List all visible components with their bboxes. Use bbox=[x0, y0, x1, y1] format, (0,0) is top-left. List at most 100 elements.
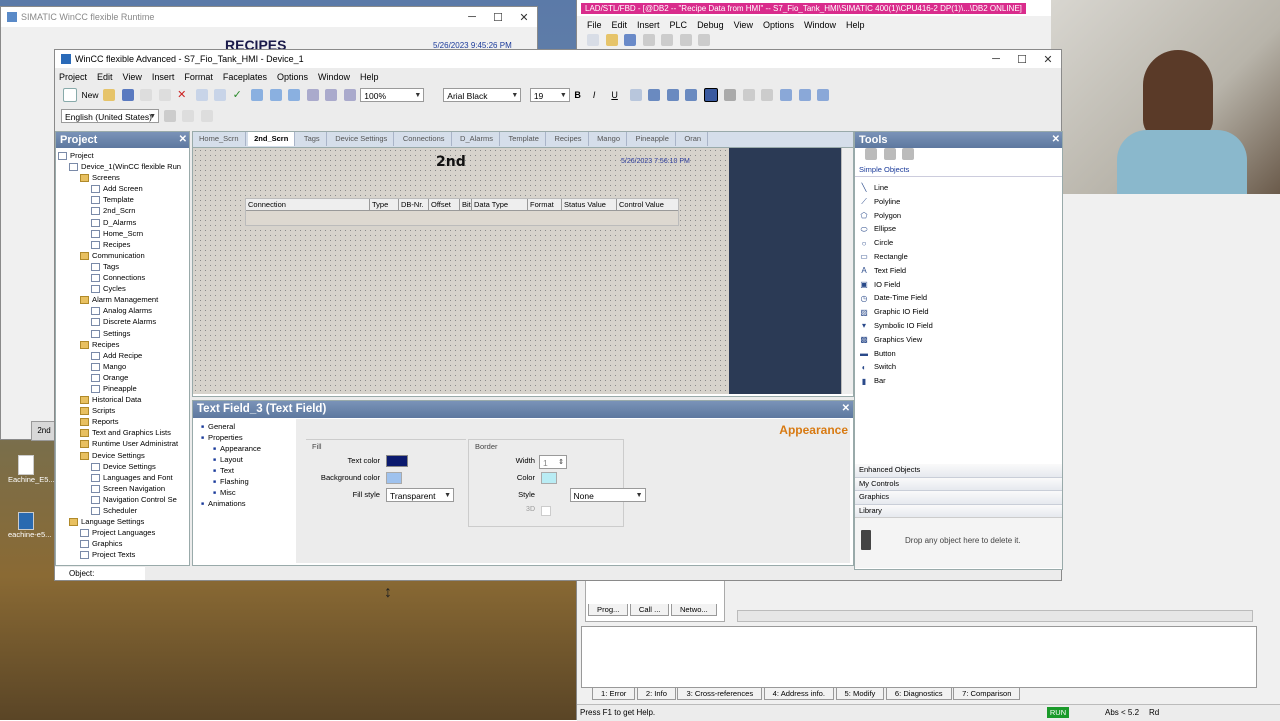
project-tree-item[interactable]: Connections bbox=[56, 272, 189, 283]
tab-tags[interactable]: Tags bbox=[298, 132, 327, 146]
copy-icon[interactable] bbox=[679, 34, 692, 46]
properties-tree-item[interactable]: ■ Properties bbox=[195, 432, 295, 443]
menu-help[interactable]: Help bbox=[360, 72, 379, 82]
lad-menu-window[interactable]: Window bbox=[804, 20, 836, 30]
tool-item[interactable]: ▮ Bar bbox=[859, 374, 1062, 388]
properties-tree-item[interactable]: ■ Animations bbox=[195, 498, 295, 509]
tab-recipes[interactable]: Recipes bbox=[548, 132, 589, 146]
zoom-area-icon[interactable] bbox=[306, 89, 319, 101]
runtime-icon[interactable] bbox=[288, 89, 301, 101]
background-color-picker[interactable] bbox=[386, 472, 402, 484]
lad-menu-debug[interactable]: Debug bbox=[697, 20, 724, 30]
project-tree-item[interactable]: Scripts bbox=[56, 405, 189, 416]
project-tree-item[interactable]: Reports bbox=[56, 416, 189, 427]
menu-window[interactable]: Window bbox=[318, 72, 350, 82]
close-icon[interactable]: ✕ bbox=[842, 401, 850, 417]
lad-menu-insert[interactable]: Insert bbox=[637, 20, 660, 30]
runtime-titlebar[interactable]: SIMATIC WinCC flexible Runtime ─ ☐ ✕ bbox=[1, 7, 537, 27]
tool-item[interactable]: ⬭ Ellipse bbox=[859, 222, 1062, 236]
new-icon[interactable] bbox=[63, 88, 77, 102]
align-center-icon[interactable] bbox=[666, 89, 679, 101]
underline-icon[interactable]: U bbox=[611, 89, 623, 101]
project-tree-item[interactable]: Pineapple bbox=[56, 383, 189, 394]
format-painter-icon[interactable] bbox=[163, 110, 176, 122]
tool-item[interactable]: ▾ Symbolic IO Field bbox=[859, 319, 1062, 333]
copy-icon[interactable] bbox=[214, 89, 227, 101]
project-tree-item[interactable]: Screen Navigation bbox=[56, 483, 189, 494]
project-tree-item[interactable]: Recipes bbox=[56, 239, 189, 250]
project-tree-item[interactable]: Tags bbox=[56, 261, 189, 272]
align-left-icon[interactable] bbox=[648, 89, 661, 101]
project-tree-item[interactable]: D_Alarms bbox=[56, 217, 189, 228]
project-tree-item[interactable]: Text and Graphics Lists bbox=[56, 427, 189, 438]
tab-program[interactable]: Prog... bbox=[588, 604, 629, 616]
new-icon[interactable] bbox=[587, 34, 599, 46]
properties-tree-item[interactable]: ■ Layout bbox=[195, 454, 295, 465]
project-tree-item[interactable]: Navigation Control Se bbox=[56, 494, 189, 505]
tool-item[interactable]: ▣ IO Field bbox=[859, 278, 1062, 292]
project-tree-item[interactable]: Project Texts bbox=[56, 549, 189, 560]
project-tree-item[interactable]: Cycles bbox=[56, 283, 189, 294]
save-icon[interactable] bbox=[624, 34, 637, 46]
layer-icon[interactable] bbox=[742, 89, 755, 101]
tab-pineapple[interactable]: Pineapple bbox=[630, 132, 676, 146]
accordion-my-controls[interactable]: My Controls bbox=[855, 477, 1062, 491]
project-tree-item[interactable]: Project Languages bbox=[56, 527, 189, 538]
properties-tree-item[interactable]: ■ Text bbox=[195, 465, 295, 476]
tab-error[interactable]: 1: Error bbox=[592, 688, 636, 700]
lad-menu-view[interactable]: View bbox=[734, 20, 753, 30]
bold-icon[interactable]: B bbox=[574, 89, 586, 101]
project-tree-item[interactable]: Template bbox=[56, 194, 189, 205]
paste-icon[interactable] bbox=[698, 34, 711, 46]
text-color-picker[interactable] bbox=[386, 455, 408, 467]
project-tree-item[interactable]: Add Screen bbox=[56, 183, 189, 194]
line-width-icon[interactable] bbox=[200, 110, 213, 122]
lad-menu-plc[interactable]: PLC bbox=[670, 20, 688, 30]
maximize-icon[interactable]: ☐ bbox=[1009, 53, 1035, 66]
open-icon[interactable] bbox=[103, 89, 116, 101]
project-tree-item[interactable]: Device_1(WinCC flexible Run bbox=[56, 161, 189, 172]
screen-title-text[interactable]: 2nd bbox=[436, 154, 466, 170]
tab-comparison[interactable]: 7: Comparison bbox=[953, 688, 1021, 700]
delete-icon[interactable]: ✕ bbox=[177, 89, 189, 101]
zoom-select[interactable]: 100% ▼ bbox=[360, 88, 425, 102]
project-tree-item[interactable]: Home_Scrn bbox=[56, 228, 189, 239]
tool-item[interactable]: ╲ Line bbox=[859, 181, 1062, 195]
fill-style-select[interactable]: Transparent ▼ bbox=[386, 488, 454, 502]
tab-modify[interactable]: 5: Modify bbox=[835, 688, 885, 700]
tool-item[interactable]: ◐ Switch bbox=[859, 360, 1062, 374]
project-tree-item[interactable]: Settings bbox=[56, 328, 189, 339]
lad-menu-help[interactable]: Help bbox=[846, 20, 865, 30]
minimize-icon[interactable]: ─ bbox=[459, 11, 485, 23]
project-tree-item[interactable]: Project bbox=[56, 150, 189, 161]
accordion-library[interactable]: Library bbox=[855, 504, 1062, 518]
font-select[interactable]: Arial Black ▼ bbox=[443, 88, 522, 102]
tools-section-title[interactable]: Simple Objects bbox=[855, 164, 1062, 177]
transfer-icon[interactable] bbox=[269, 89, 282, 101]
project-tree-item[interactable]: Runtime User Administrat bbox=[56, 438, 189, 449]
project-tree-item[interactable]: Mango bbox=[56, 361, 189, 372]
arrange-icon[interactable] bbox=[761, 89, 774, 101]
tab-diagnostics[interactable]: 6: Diagnostics bbox=[885, 688, 952, 700]
3d-checkbox[interactable] bbox=[541, 506, 551, 516]
delete-drop-zone[interactable]: Drop any object here to delete it. bbox=[855, 517, 1062, 568]
menu-options[interactable]: Options bbox=[277, 72, 308, 82]
view-list-icon[interactable] bbox=[883, 148, 896, 160]
screen-canvas[interactable]: 2nd 5/26/2023 7:56:10 PM Connection Type D… bbox=[193, 148, 729, 394]
check-icon[interactable]: ✓ bbox=[233, 89, 245, 101]
tool-item[interactable]: A Text Field bbox=[859, 264, 1062, 278]
tab-mango[interactable]: Mango bbox=[591, 132, 627, 146]
tool-item[interactable]: ▬ Button bbox=[859, 347, 1062, 361]
lad-menu-options[interactable]: Options bbox=[763, 20, 794, 30]
tab-template[interactable]: Template bbox=[502, 132, 546, 146]
tab-address-info[interactable]: 4: Address info. bbox=[763, 688, 835, 700]
new-button-label[interactable]: New bbox=[82, 90, 99, 100]
lad-menu-file[interactable]: File bbox=[587, 20, 602, 30]
project-tree-item[interactable]: Device Settings bbox=[56, 461, 189, 472]
lad-menu-edit[interactable]: Edit bbox=[612, 20, 628, 30]
accordion-enhanced-objects[interactable]: Enhanced Objects bbox=[855, 464, 1062, 478]
font-size-select[interactable]: 19 ▼ bbox=[529, 88, 570, 102]
tab-call[interactable]: Call ... bbox=[629, 604, 670, 616]
close-icon[interactable]: ✕ bbox=[1052, 132, 1060, 148]
strikethrough-icon[interactable] bbox=[629, 89, 642, 101]
